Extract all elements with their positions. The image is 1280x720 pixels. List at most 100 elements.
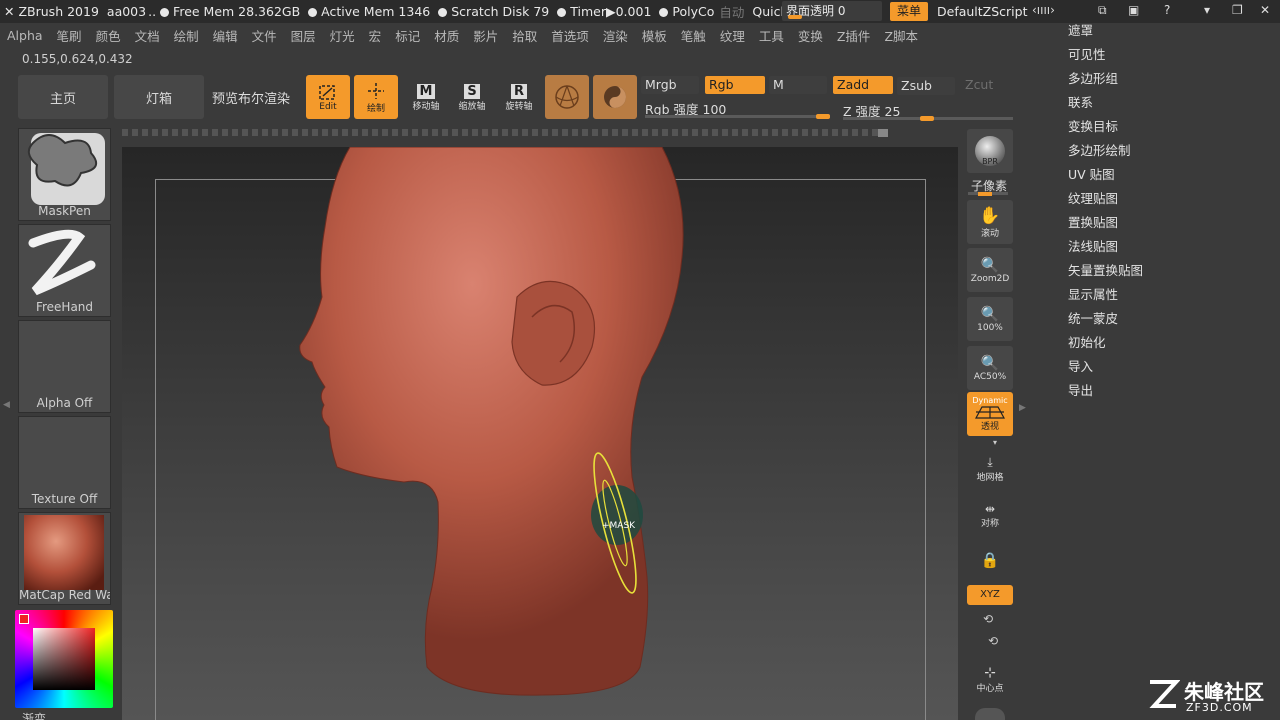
rgb-toggle[interactable]: Rgb [705, 76, 765, 94]
rgb-intensity-knob[interactable] [816, 114, 830, 119]
alpha-tile[interactable]: Alpha Off [18, 320, 111, 413]
head-model[interactable] [122, 147, 958, 720]
ac50-button[interactable]: 🔍 AC50% [967, 346, 1013, 390]
z-intensity-knob[interactable] [920, 116, 934, 121]
mrgb-toggle[interactable]: Mrgb [641, 76, 699, 94]
menu-item[interactable]: 变换 [791, 26, 830, 45]
menu-item[interactable]: 模板 [635, 26, 674, 45]
zoom2d-button[interactable]: 🔍 Zoom2D [967, 248, 1013, 292]
floor-button[interactable]: ⤓ 地网格 [967, 447, 1013, 491]
rotate-z-icon[interactable]: ⟲ [988, 634, 998, 648]
zadd-toggle[interactable]: Zadd [833, 76, 893, 94]
menu-toggle-button[interactable]: 菜单 [890, 2, 928, 21]
subtool-menu-item[interactable]: 导出 [1068, 383, 1268, 407]
home-button[interactable]: 主页 [18, 75, 108, 119]
menu-item[interactable]: 拾取 [505, 26, 544, 45]
subtool-menu-item[interactable]: 法线贴图 [1068, 239, 1268, 263]
main-color-swatch[interactable] [19, 614, 29, 624]
menu-item[interactable]: 纹理 [713, 26, 752, 45]
center-point-button[interactable]: ⊹ 中心点 [967, 657, 1013, 701]
menu-item[interactable]: 首选项 [544, 26, 596, 45]
close-icon[interactable]: ✕ [1260, 3, 1270, 17]
menu-item[interactable]: 笔触 [674, 26, 713, 45]
xyz-button[interactable]: XYZ [967, 585, 1013, 605]
theme-icon[interactable]: ▣ [1128, 3, 1139, 17]
subtool-menu-item[interactable]: 多边形绘制 [1068, 143, 1268, 167]
help-icon[interactable]: ? [1164, 3, 1170, 17]
minimize-icon[interactable]: ▾ [1204, 3, 1210, 17]
material-tile[interactable]: MatCap Red Wax [18, 512, 111, 605]
subtool-menu-item[interactable]: 可见性 [1068, 47, 1268, 71]
zsub-toggle[interactable]: Zsub [897, 77, 955, 95]
actual-size-button[interactable]: 🔍 100% [967, 297, 1013, 341]
texture-tile[interactable]: Texture Off [18, 416, 111, 509]
transparency-slider[interactable]: 界面透明 0 [782, 1, 882, 21]
bpr-button[interactable]: BPR [967, 129, 1013, 173]
m-toggle[interactable]: M [769, 76, 827, 94]
subtool-menu-item[interactable]: 纹理贴图 [1068, 191, 1268, 215]
scroll-button[interactable]: ✋ 滚动 [967, 200, 1013, 244]
menu-item[interactable]: 材质 [427, 26, 466, 45]
menu-item[interactable]: 颜色 [89, 26, 128, 45]
scale-button[interactable]: S 缩放轴 [450, 78, 494, 118]
brush-tile[interactable]: MaskPen [18, 128, 111, 221]
menu-item[interactable]: Alpha [0, 28, 50, 43]
menu-item[interactable]: 笔刷 [50, 26, 89, 45]
subtool-menu-item[interactable]: 遮罩 [1068, 23, 1268, 47]
menu-item[interactable]: 绘制 [167, 26, 206, 45]
subtool-menu-item[interactable]: 变换目标 [1068, 119, 1268, 143]
stroke-tile[interactable]: FreeHand [18, 224, 111, 317]
rotate-y-icon[interactable]: ⟲ [983, 612, 993, 626]
lock-camera-icon: 🔒 [980, 551, 1000, 569]
subtool-menu-item[interactable]: 置换贴图 [1068, 215, 1268, 239]
menu-item[interactable]: 文件 [245, 26, 284, 45]
canvas-viewport[interactable]: +MASK [122, 147, 958, 720]
bpr-preview-button[interactable]: 预览布尔渲染 [212, 88, 290, 107]
right-collapse-arrow-icon[interactable]: ▶ [1019, 403, 1026, 413]
menu-item[interactable]: Z脚本 [877, 26, 925, 45]
color-picker[interactable] [15, 610, 113, 708]
subtool-menu-item[interactable]: 导入 [1068, 359, 1268, 383]
zbrush-logo-icon: ✕ [4, 4, 15, 19]
subtool-menu-item[interactable]: 矢量置换贴图 [1068, 263, 1268, 287]
polyframe-button[interactable] [593, 75, 637, 119]
subtool-menu-item[interactable]: 初始化 [1068, 335, 1268, 359]
rgb-intensity-slider[interactable] [645, 115, 830, 118]
color-saturation-square[interactable] [33, 628, 95, 690]
subpixel-slider[interactable] [968, 192, 1008, 196]
edit-button[interactable]: Edit [306, 75, 350, 119]
menu-item[interactable]: 工具 [752, 26, 791, 45]
tray-handle[interactable] [878, 129, 888, 137]
dial-icon[interactable]: ‹ıııı› [1032, 3, 1055, 17]
menu-item[interactable]: 图层 [284, 26, 323, 45]
menu-item[interactable]: Z插件 [830, 26, 878, 45]
draw-button[interactable]: 绘制 [354, 75, 398, 119]
menu-item[interactable]: 灯光 [323, 26, 362, 45]
menu-item[interactable]: 文档 [128, 26, 167, 45]
left-collapse-arrow-icon[interactable]: ◀ [3, 400, 10, 410]
menu-item[interactable]: 影片 [466, 26, 505, 45]
menu-item[interactable]: 编辑 [206, 26, 245, 45]
move-button[interactable]: M 移动轴 [404, 78, 448, 118]
menu-item[interactable]: 渲染 [596, 26, 635, 45]
zcut-toggle[interactable]: Zcut [961, 76, 1011, 94]
subtool-menu-item[interactable]: UV 贴图 [1068, 167, 1268, 191]
lightbox-button[interactable]: 灯箱 [114, 75, 204, 119]
subtool-menu-item[interactable]: 联系 [1068, 95, 1268, 119]
material-sphere-button[interactable] [545, 75, 589, 119]
default-zscript[interactable]: DefaultZScript [937, 4, 1028, 19]
subtool-menu-item[interactable]: 多边形组 [1068, 71, 1268, 95]
rotate-button[interactable]: R 旋转轴 [497, 78, 541, 118]
partial-next-button[interactable] [975, 708, 1005, 720]
perspective-dropdown-icon[interactable]: ▾ [993, 438, 997, 447]
menu-item[interactable]: 宏 [362, 26, 389, 45]
menu-item[interactable]: 标记 [388, 26, 427, 45]
tray-divider[interactable] [122, 129, 892, 136]
perspective-button[interactable]: Dynamic 透视 [967, 392, 1013, 436]
layout-icon[interactable]: ⧉ [1098, 3, 1107, 18]
subtool-menu-item[interactable]: 统一蒙皮 [1068, 311, 1268, 335]
subtool-menu-item[interactable]: 显示属性 [1068, 287, 1268, 311]
maximize-icon[interactable]: ❐ [1232, 3, 1243, 17]
symmetry-button[interactable]: ⇹ 对称 [967, 493, 1013, 537]
lock-button[interactable]: 🔒 [967, 538, 1013, 582]
